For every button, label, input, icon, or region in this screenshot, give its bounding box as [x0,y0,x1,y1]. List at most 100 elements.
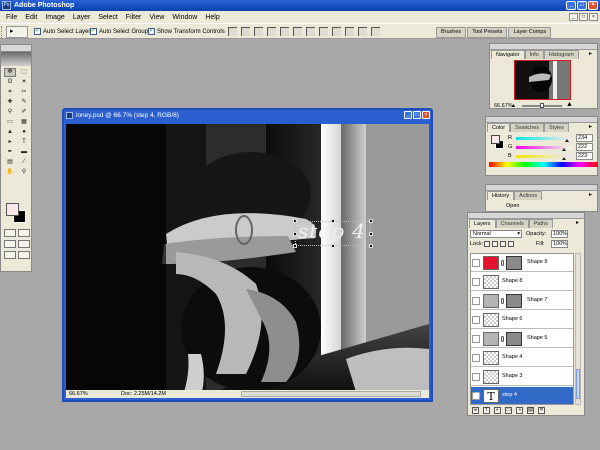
align-right-icon[interactable] [293,27,302,36]
tab-histogram[interactable]: Histogram [543,50,579,59]
magic-wand-tool-icon[interactable]: ✶ [18,78,30,87]
visibility-eye-icon[interactable] [472,278,480,286]
layer-name[interactable]: Shape 9 [527,259,548,265]
tab-swatches[interactable]: Swatches [510,123,545,132]
menu-view[interactable]: View [145,14,168,21]
align-left-icon[interactable] [267,27,276,36]
blend-mode-select[interactable]: Normal [470,230,522,238]
vector-mask-thumbnail[interactable] [506,256,522,270]
close-button[interactable]: × [588,1,598,10]
auto-select-layer-checkbox[interactable]: ✓ Auto Select Layer [34,28,90,35]
path-selection-tool-icon[interactable]: ▸ [4,138,16,147]
tab-color[interactable]: Color [487,123,511,132]
visibility-eye-icon[interactable] [472,316,480,324]
layer-row[interactable]: Shape 8 [471,273,573,291]
tab-paths[interactable]: Paths [528,219,553,228]
visibility-eye-icon[interactable] [472,354,480,362]
notes-tool-icon[interactable]: ▤ [4,158,16,167]
color-panel-foreground-swatch[interactable] [491,135,500,144]
menu-file[interactable]: File [2,14,21,21]
zoom-tool-icon[interactable]: ⚲ [18,168,30,177]
slider-pointer-icon[interactable] [564,139,569,142]
layer-name[interactable]: Shape 4 [502,354,523,360]
panel-menu-icon[interactable]: ▸ [587,192,594,199]
layer-thumbnail[interactable] [483,370,499,384]
menu-image[interactable]: Image [41,14,68,21]
pen-tool-icon[interactable]: ✒ [4,148,16,157]
screen-mode-icon[interactable] [4,240,16,248]
visibility-eye-icon[interactable] [472,297,480,305]
layer-thumbnail[interactable] [483,294,499,308]
tab-channels[interactable]: Channels [495,219,529,228]
standard-mode-icon[interactable] [4,229,16,237]
auto-select-groups-checkbox[interactable]: ✓ Auto Select Groups [90,28,151,35]
menu-layer[interactable]: Layer [69,14,95,21]
menu-window[interactable]: Window [168,14,201,21]
doc-restore-button[interactable]: □ [579,13,588,21]
zoom-in-icon[interactable]: ▲ [566,101,573,108]
tab-actions[interactable]: Actions [514,191,543,200]
marquee-tool-icon[interactable]: ⬚ [18,68,30,77]
layer-row[interactable]: Shape 7 [471,292,573,310]
menu-filter[interactable]: Filter [122,14,146,21]
menu-edit[interactable]: Edit [21,14,41,21]
type-tool-icon[interactable]: T [18,138,30,147]
crop-tool-icon[interactable]: ⌗ [4,88,16,97]
slider-pointer-icon[interactable] [561,157,566,160]
document-close-button[interactable]: × [422,111,430,119]
dodge-tool-icon[interactable]: ● [18,128,30,137]
tab-navigator[interactable]: Navigator [491,50,525,59]
color-ramp[interactable] [489,162,598,167]
visibility-eye-icon[interactable]: 👁 [472,392,481,400]
fullscreen-mode-icon[interactable] [4,251,16,259]
layer-row[interactable]: Shape 4 [471,349,573,367]
layer-thumbnail[interactable] [483,332,499,346]
maximize-button[interactable]: □ [577,1,587,10]
history-brush-tool-icon[interactable]: ✐ [18,108,30,117]
adjustment-layer-icon[interactable]: ◑ [516,407,523,414]
horizontal-scrollbar[interactable] [241,391,421,397]
visibility-eye-icon[interactable] [472,335,480,343]
tab-history[interactable]: History [487,191,515,200]
transform-handle[interactable] [293,219,297,223]
panel-menu-icon[interactable]: ▸ [587,51,594,58]
visibility-eye-icon[interactable] [472,259,480,267]
layer-thumbnail[interactable] [483,313,499,327]
menu-help[interactable]: Help [201,14,223,21]
document-size[interactable]: Doc: 2.25M/14.2M [121,390,166,398]
vector-mask-thumbnail[interactable] [506,294,522,308]
tab-layers[interactable]: Layers [469,219,496,228]
mask-link-icon[interactable] [501,298,504,304]
show-transform-controls-checkbox[interactable]: ✓ Show Transform Controls [148,28,225,35]
channel-slider[interactable] [516,146,572,151]
layer-name[interactable]: step 4 [502,392,517,398]
channel-slider[interactable] [516,137,572,142]
tool-preset-picker[interactable]: ▸ [6,26,28,38]
navigator-thumbnail[interactable] [514,60,571,100]
layer-thumbnail[interactable] [483,275,499,289]
lasso-tool-icon[interactable]: ʘ [4,78,16,87]
add-mask-icon[interactable]: ◐ [494,407,501,414]
document-maximize-button[interactable]: □ [413,111,421,119]
adobe-online-icon[interactable] [1,52,31,66]
link-layers-icon[interactable]: ∞ [472,407,479,414]
image-canvas[interactable]: step 4 [66,124,429,392]
gradient-tool-icon[interactable]: ▦ [18,118,30,127]
transform-handle[interactable] [293,244,297,248]
align-vcenter-icon[interactable] [241,27,250,36]
layer-name[interactable]: Shape 3 [502,373,523,379]
jump-to-imageready-icon[interactable] [18,251,30,259]
tab-info[interactable]: Info [524,50,544,59]
lock-transparency-icon[interactable] [484,241,490,247]
layer-name[interactable]: Shape 7 [527,297,548,303]
fullscreen-menu-mode-icon[interactable] [18,240,30,248]
tab-styles[interactable]: Styles [544,123,569,132]
align-top-icon[interactable] [228,27,237,36]
layer-thumbnail[interactable] [483,256,499,270]
blur-tool-icon[interactable]: ▲ [4,128,16,137]
panel-menu-icon[interactable]: ▸ [587,124,594,131]
layers-scrollbar[interactable] [575,253,581,405]
eraser-tool-icon[interactable]: ▭ [4,118,16,127]
distribute-hcenter-icon[interactable] [358,27,367,36]
distribute-left-icon[interactable] [345,27,354,36]
